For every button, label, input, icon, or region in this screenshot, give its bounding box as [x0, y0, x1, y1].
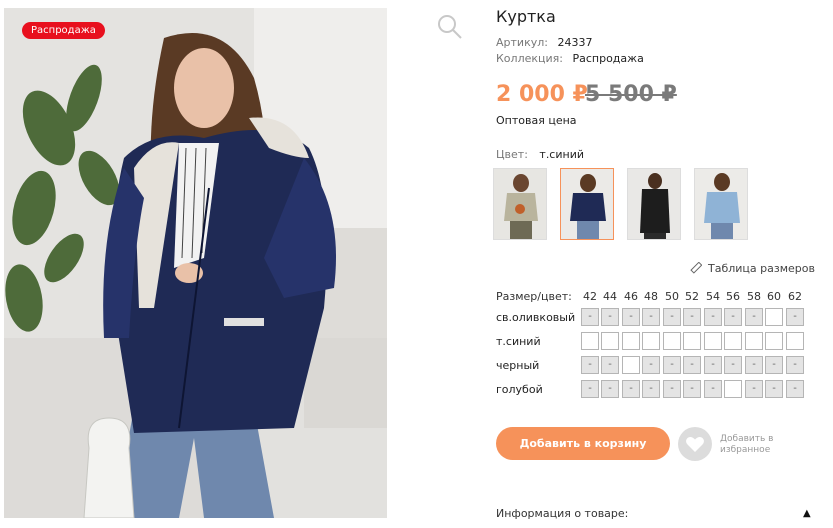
size-row-label: голубой: [496, 383, 543, 396]
size-cell[interactable]: [622, 332, 640, 350]
add-to-cart-button[interactable]: Добавить в корзину: [496, 427, 670, 460]
size-table-link[interactable]: Таблица размеров: [690, 261, 815, 275]
size-cell: -: [683, 308, 701, 326]
size-cell: -: [601, 380, 619, 398]
size-cell: -: [581, 356, 599, 374]
size-cell: -: [683, 380, 701, 398]
color-thumb-black[interactable]: [627, 168, 681, 240]
size-cell: -: [724, 356, 742, 374]
search-icon[interactable]: [436, 13, 464, 41]
article-label: Артикул:: [496, 36, 548, 49]
product-info-toggle[interactable]: Информация о товаре:: [496, 507, 628, 520]
size-cell[interactable]: [663, 332, 681, 350]
collection-row: Коллекция: Распродажа: [496, 52, 644, 65]
size-cell[interactable]: [745, 332, 763, 350]
size-header-48: 48: [644, 290, 658, 303]
size-header-56: 56: [726, 290, 740, 303]
size-cell: -: [622, 308, 640, 326]
size-cell[interactable]: [724, 332, 742, 350]
heart-icon: [686, 437, 704, 452]
size-header-62: 62: [788, 290, 802, 303]
size-cell: -: [704, 308, 722, 326]
caret-up-icon[interactable]: ▲: [803, 508, 811, 519]
size-cell: -: [724, 308, 742, 326]
article-value: 24337: [557, 36, 593, 49]
size-cell: -: [663, 380, 681, 398]
size-cell: -: [663, 356, 681, 374]
ruler-icon: [690, 261, 703, 274]
size-cell: -: [642, 308, 660, 326]
size-header-50: 50: [665, 290, 679, 303]
product-main-image[interactable]: Распродажа: [4, 8, 387, 518]
size-cell: -: [663, 308, 681, 326]
size-cell: -: [745, 380, 763, 398]
color-thumb-navy[interactable]: [560, 168, 614, 240]
color-value: т.синий: [539, 148, 584, 161]
favorite-label[interactable]: Добавить в избранное: [720, 434, 790, 456]
size-row-label: черный: [496, 359, 540, 372]
size-cell: -: [786, 308, 804, 326]
size-cell: -: [683, 356, 701, 374]
size-cell[interactable]: [622, 356, 640, 374]
size-header-42: 42: [583, 290, 597, 303]
size-cell: -: [745, 356, 763, 374]
size-cell: -: [581, 308, 599, 326]
size-cell[interactable]: [601, 332, 619, 350]
size-cell: -: [601, 356, 619, 374]
size-header-58: 58: [747, 290, 761, 303]
old-price: 5 500 ₽: [585, 82, 677, 107]
size-header-54: 54: [706, 290, 720, 303]
color-row: Цвет: т.синий: [496, 148, 584, 161]
size-cell: -: [786, 356, 804, 374]
size-cell: -: [765, 356, 783, 374]
color-thumb-blue[interactable]: [694, 168, 748, 240]
size-cell[interactable]: [724, 380, 742, 398]
size-cell[interactable]: [765, 308, 783, 326]
size-header-52: 52: [685, 290, 699, 303]
collection-label: Коллекция:: [496, 52, 563, 65]
size-cell: -: [786, 380, 804, 398]
size-cell[interactable]: [704, 332, 722, 350]
size-cell: -: [704, 356, 722, 374]
favorite-button[interactable]: [678, 427, 712, 461]
size-cell: -: [765, 380, 783, 398]
size-cell[interactable]: [683, 332, 701, 350]
size-cell: -: [642, 380, 660, 398]
size-table-label: Таблица размеров: [708, 262, 815, 275]
size-cell[interactable]: [642, 332, 660, 350]
size-cell: -: [581, 380, 599, 398]
size-grid-header: Размер/цвет:: [496, 290, 572, 303]
size-cell: -: [745, 308, 763, 326]
wholesale-price-label: Оптовая цена: [496, 114, 577, 127]
size-cell: -: [622, 380, 640, 398]
size-cell[interactable]: [786, 332, 804, 350]
size-cell[interactable]: [581, 332, 599, 350]
color-thumb-olive[interactable]: [493, 168, 547, 240]
size-cell[interactable]: [765, 332, 783, 350]
collection-value: Распродажа: [572, 52, 644, 65]
size-row-label: т.синий: [496, 335, 541, 348]
size-cell: -: [704, 380, 722, 398]
size-cell: -: [642, 356, 660, 374]
size-cell: -: [601, 308, 619, 326]
sale-badge: Распродажа: [22, 22, 105, 39]
size-header-46: 46: [624, 290, 638, 303]
size-header-60: 60: [767, 290, 781, 303]
size-header-44: 44: [603, 290, 617, 303]
size-row-label: св.оливковый: [496, 311, 576, 324]
current-price: 2 000 ₽: [496, 82, 588, 107]
color-label: Цвет:: [496, 148, 528, 161]
article-row: Артикул: 24337: [496, 36, 592, 49]
product-title: Куртка: [496, 7, 556, 26]
